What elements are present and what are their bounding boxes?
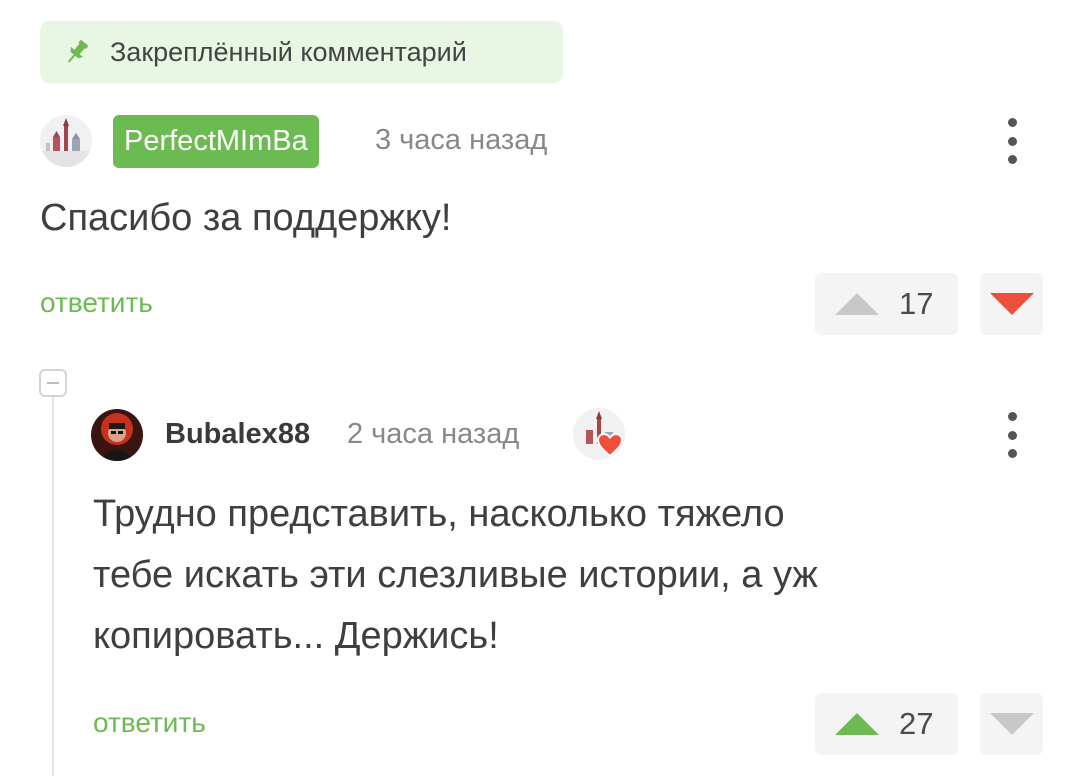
downvote-button[interactable] [980,693,1043,755]
avatar-image [40,115,92,167]
comment-time[interactable]: 2 часа назад [347,418,519,451]
thread-line [52,397,54,776]
upvote-icon [835,713,879,735]
upvote-icon [835,293,879,315]
downvote-icon [989,713,1034,735]
comment-text-line: Трудно представить, насколько тяжело [93,493,785,535]
reply-link[interactable]: ответить [93,707,206,739]
upvote-button[interactable]: 27 [815,693,958,755]
upvote-button[interactable]: 17 [815,273,958,335]
pinned-label: Закреплённый комментарий [110,36,467,67]
author-name: PerfectMImBa [124,125,308,157]
reply-link[interactable]: ответить [40,287,153,319]
rating-count: 27 [899,706,934,741]
collapse-thread-button[interactable] [39,369,67,397]
heart-icon [597,433,623,457]
author-name[interactable]: Bubalex88 [165,418,310,451]
comment-text: Спасибо за поддержку! [40,197,452,239]
liked-by-author-avatar [573,408,625,460]
pin-icon [67,40,89,63]
more-options-icon[interactable] [1002,118,1022,164]
downvote-button[interactable] [980,273,1043,335]
author-name-badge[interactable]: PerfectMImBa [113,115,319,168]
pinned-banner: Закреплённый комментарий [40,21,563,83]
comment-time[interactable]: 3 часа назад [375,124,547,157]
avatar-image [91,409,143,461]
more-options-icon[interactable] [1002,412,1022,458]
comment-text-line: копировать... Держись! [93,615,499,657]
comment-text: Трудно представить, насколько тяжело теб… [93,484,818,667]
comment-text-line: тебе искать эти слезливые истории, а уж [93,554,818,596]
minus-icon [47,382,59,384]
rating-count: 17 [899,286,934,321]
downvote-icon [989,293,1034,315]
avatar[interactable] [40,115,92,167]
avatar[interactable] [91,409,143,461]
